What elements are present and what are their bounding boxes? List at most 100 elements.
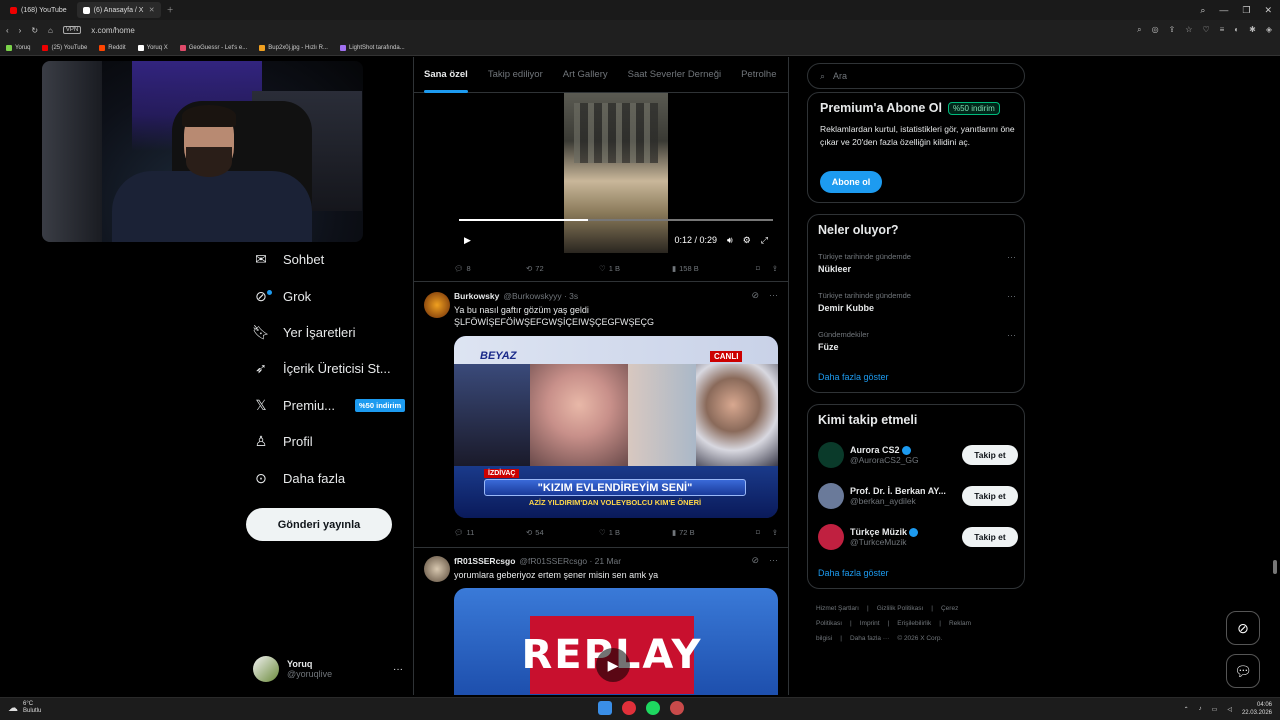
account-switcher[interactable]: Yoruq @yoruqlive ··· [253, 652, 403, 686]
play-icon[interactable]: ▶ [464, 235, 471, 246]
nav-profile[interactable]: ♙ Profil [253, 430, 313, 452]
nav-creator-studio[interactable]: ➶ İçerik Üreticisi St... [253, 357, 391, 379]
bookmark-star-icon[interactable]: ☆ [1185, 25, 1192, 35]
author-name[interactable]: Burkowsky [454, 291, 499, 301]
mic-icon[interactable]: ♪ [1199, 706, 1202, 712]
reload-icon[interactable]: ↻ [31, 26, 38, 35]
settings-icon[interactable]: ⚙ [743, 235, 751, 246]
reply-button[interactable]: 💬︎ 8 [454, 264, 526, 273]
repost-button[interactable]: ⟲ 72 [526, 264, 599, 273]
more-icon[interactable]: ··· [1007, 291, 1016, 301]
bookmark-icon[interactable]: ⌑ [756, 528, 760, 537]
minimize-icon[interactable]: — [1219, 5, 1228, 16]
tab-following[interactable]: Takip ediliyor [478, 57, 553, 93]
fullscreen-icon[interactable]: ⤢ [761, 235, 768, 246]
follow-button[interactable]: Takip et [962, 486, 1018, 506]
network-icon[interactable]: ▭ [1212, 706, 1218, 713]
like-button[interactable]: ♡ 1 B [599, 264, 672, 273]
views-button[interactable]: ▮ 72 B [672, 528, 748, 537]
author-handle[interactable]: @Burkowskyyy · 3s [503, 291, 578, 301]
clock[interactable]: 04:06 22.03.2026 [1242, 701, 1272, 717]
nav-premium[interactable]: 𝕏 Premiu... %50 indirim [253, 394, 406, 416]
heart-icon[interactable]: ♡ [1202, 25, 1209, 35]
video-progress-bar[interactable] [459, 219, 773, 221]
follow-suggestion[interactable]: Prof. Dr. İ. Berkan AY... @berkan_aydilek… [818, 482, 1018, 510]
follow-suggestion[interactable]: Türkçe Müzik @TurkceMuzik Takip et [818, 523, 1018, 551]
grok-icon[interactable]: ⊘ [751, 555, 759, 566]
app-icon[interactable] [670, 701, 684, 715]
share-icon[interactable]: ⇪ [1169, 25, 1176, 35]
extension-icon[interactable]: ✱ [1249, 25, 1256, 35]
more-icon[interactable]: ··· [393, 664, 403, 675]
opera-icon[interactable] [622, 701, 636, 715]
post-video[interactable]: REPLAY ▶ [454, 588, 778, 695]
spotify-icon[interactable] [646, 701, 660, 715]
bookmark-item[interactable]: Yoruq [6, 44, 30, 51]
footer-link[interactable]: Hizmet Şartları [816, 605, 859, 612]
share-icon[interactable]: ⇪ [772, 264, 778, 273]
page-scrollbar[interactable] [1273, 560, 1277, 574]
reply-button[interactable]: 💬︎ 11 [454, 528, 526, 537]
close-tab-icon[interactable]: ✕ [149, 6, 155, 14]
new-tab-icon[interactable]: ＋ [167, 5, 174, 15]
camera-icon[interactable]: ◎ [1152, 25, 1159, 35]
author-handle[interactable]: @fR01SSERcsgo · 21 Mar [519, 556, 621, 566]
tab-petrolheads[interactable]: Petrolhe [731, 57, 786, 93]
bookmark-item[interactable]: Bup2x0j.jpg - Hızlı R... [259, 44, 328, 51]
footer-link[interactable]: © 2026 X Corp. [897, 635, 942, 642]
post-image[interactable]: BEYAZ CANLI İZDİVAÇ "KIZIM EVLENDİREYİM … [454, 336, 778, 518]
tab-art-gallery[interactable]: Art Gallery [553, 57, 618, 93]
windows-start-icon[interactable] [598, 701, 612, 715]
post-burkowsky[interactable]: Burkowsky @Burkowskyyy · 3s ⊘ ··· Ya bu n… [414, 281, 788, 547]
tab-watch-lovers[interactable]: Saat Severler Derneği [618, 57, 731, 93]
bookmark-item[interactable]: GeoGuessr - Let's e... [179, 44, 247, 51]
trend-item[interactable]: Türkiye tarihinde gündemde Nükleer ··· [818, 252, 1016, 284]
repost-button[interactable]: ⟲ 54 [526, 528, 599, 537]
views-button[interactable]: ▮ 158 B [672, 264, 748, 273]
post-button[interactable]: Gönderi yayınla [246, 508, 392, 541]
ai-icon[interactable]: ◈ [1266, 25, 1272, 35]
messages-float-button[interactable]: 💬︎ [1226, 654, 1260, 688]
footer-link[interactable]: Imprint [860, 620, 880, 627]
nav-chat[interactable]: ✉ Sohbet [253, 248, 324, 270]
nav-more[interactable]: ⊙ Daha fazla [253, 467, 345, 489]
weather-widget[interactable]: ☁ 6°C Bulutlu [8, 701, 41, 715]
trend-item[interactable]: Türkiye tarihinde gündemde Demir Kubbe ·… [818, 291, 1016, 323]
nav-grok[interactable]: ⊘ Grok [253, 285, 311, 307]
like-button[interactable]: ♡ 1 B [599, 528, 672, 537]
show-more-link[interactable]: Daha fazla göster [818, 372, 889, 382]
volume-icon[interactable]: 🔊︎ [727, 235, 733, 246]
bookmark-item[interactable]: Reddit [99, 44, 126, 51]
nav-bookmarks[interactable]: 🔖︎ Yer İşaretleri [252, 321, 355, 343]
follow-button[interactable]: Takip et [962, 527, 1018, 547]
chevron-up-icon[interactable]: ⌃ [1184, 706, 1189, 713]
post-fr01sser[interactable]: fR01SSERcsgo @fR01SSERcsgo · 21 Mar ⊘ ···… [414, 547, 788, 695]
more-icon[interactable]: ··· [1007, 330, 1016, 340]
browser-tab-x[interactable]: (6) Anasayfa / X ✕ [76, 2, 161, 18]
speaker-icon[interactable]: ◁ [1227, 706, 1232, 713]
home-icon[interactable]: ⌂ [48, 26, 53, 35]
video-player[interactable]: ▶ 0:12 / 0:29 🔊︎ ⚙ ⤢ [454, 93, 778, 257]
profile-icon[interactable]: ◐ [1234, 25, 1239, 35]
zoom-icon[interactable]: ⌕ [1137, 25, 1141, 35]
bookmark-item[interactable]: Yoruq X [137, 44, 168, 51]
maximize-icon[interactable]: ❐ [1242, 5, 1250, 16]
share-icon[interactable]: ⇪ [772, 528, 778, 537]
follow-suggestion[interactable]: Aurora CS2 @AuroraCS2_GG Takip et [818, 441, 1018, 469]
browser-tab-youtube[interactable]: (168) YouTube [4, 2, 73, 18]
more-icon[interactable]: ··· [1007, 252, 1016, 262]
close-window-icon[interactable]: ✕ [1264, 5, 1272, 16]
back-icon[interactable]: ‹ [6, 26, 9, 35]
play-icon[interactable]: ▶ [596, 648, 630, 682]
bookmark-icon[interactable]: ⌑ [756, 264, 760, 273]
bookmark-item[interactable]: (25) YouTube [42, 44, 87, 51]
search-tabs-icon[interactable]: ⌕ [1200, 5, 1205, 16]
footer-link[interactable]: Daha fazla ··· [850, 635, 889, 642]
grok-icon[interactable]: ⊘ [751, 290, 759, 301]
more-icon[interactable]: ··· [769, 290, 778, 301]
trend-item[interactable]: Gündemdekiler Füze ··· [818, 330, 1016, 362]
footer-link[interactable]: Erişilebilirlik [897, 620, 931, 627]
vpn-badge[interactable]: VPN [62, 26, 82, 34]
forward-icon[interactable]: › [19, 26, 22, 35]
tab-for-you[interactable]: Sana özel [414, 57, 478, 93]
